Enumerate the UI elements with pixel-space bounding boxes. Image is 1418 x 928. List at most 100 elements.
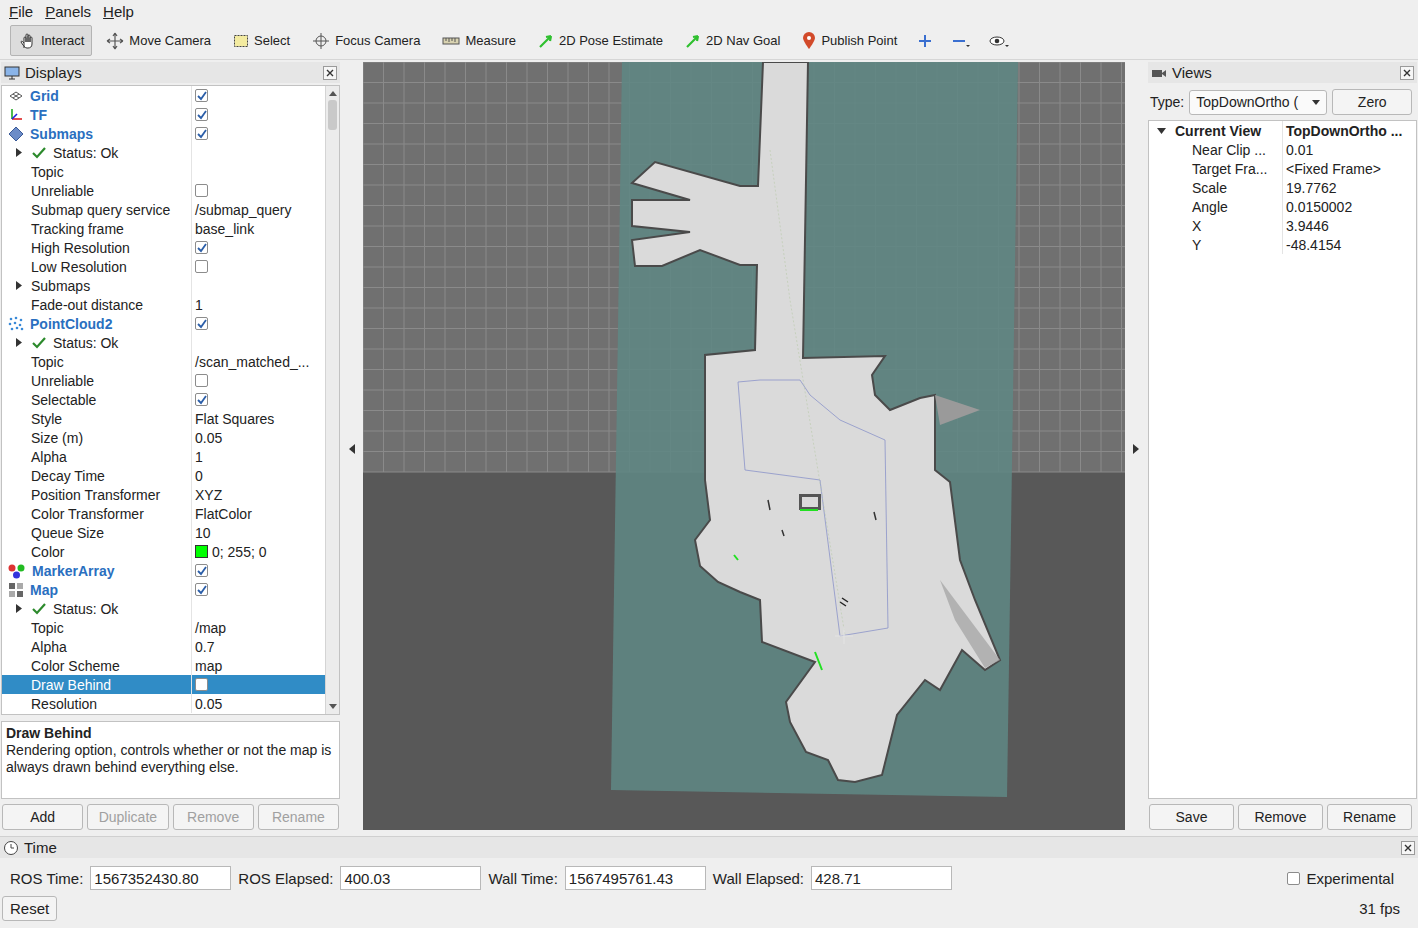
expand-arrow-icon[interactable]	[14, 604, 23, 613]
property-value[interactable]: map	[192, 656, 325, 675]
tool-button[interactable]: Publish Point	[794, 25, 905, 56]
checkbox[interactable]	[1287, 872, 1300, 885]
checkbox[interactable]	[195, 583, 208, 596]
property-value[interactable]	[192, 143, 325, 162]
property-value[interactable]	[192, 238, 325, 257]
collapse-right-icon[interactable]	[1133, 444, 1139, 454]
close-button[interactable]	[1400, 66, 1414, 80]
checkbox[interactable]	[195, 317, 208, 330]
display-row[interactable]: Map	[2, 580, 325, 599]
property-row[interactable]: Color TransformerFlatColor	[2, 504, 325, 523]
property-value[interactable]: /map	[192, 618, 325, 637]
display-row[interactable]: PointCloud2	[2, 314, 325, 333]
map-render[interactable]	[363, 62, 1125, 830]
view-property-row[interactable]: Scale19.7762	[1149, 178, 1416, 197]
property-value[interactable]	[192, 390, 325, 409]
checkbox[interactable]	[195, 678, 208, 691]
panel-button[interactable]: Add	[2, 804, 83, 830]
property-value[interactable]	[192, 333, 325, 352]
checkbox[interactable]	[195, 184, 208, 197]
view-button[interactable]: Rename	[1327, 804, 1412, 830]
property-row[interactable]: Resolution0.05	[2, 694, 325, 713]
expand-arrow-icon[interactable]	[14, 281, 23, 290]
property-value[interactable]	[192, 276, 325, 295]
view-property-row[interactable]: Angle0.0150002	[1149, 197, 1416, 216]
property-row[interactable]: Position TransformerXYZ	[2, 485, 325, 504]
display-row[interactable]: Submaps	[2, 124, 325, 143]
property-row[interactable]: Tracking framebase_link	[2, 219, 325, 238]
property-row[interactable]: Decay Time0	[2, 466, 325, 485]
collapse-left-icon[interactable]	[349, 444, 355, 454]
property-value[interactable]: 0.05	[192, 428, 325, 447]
property-value[interactable]: 0.05	[192, 694, 325, 713]
property-value[interactable]: XYZ	[192, 485, 325, 504]
property-row[interactable]: Submaps	[2, 276, 325, 295]
property-row[interactable]: Submap query service/submap_query	[2, 200, 325, 219]
checkbox[interactable]	[195, 374, 208, 387]
property-value[interactable]: base_link	[192, 219, 325, 238]
view-property-row[interactable]: Current ViewTopDownOrtho ...	[1149, 121, 1416, 140]
menu-item[interactable]: Panels	[40, 3, 96, 20]
right-splitter[interactable]	[1125, 62, 1147, 836]
3d-viewport[interactable]	[363, 62, 1125, 830]
property-row[interactable]: Alpha0.7	[2, 637, 325, 656]
property-row[interactable]: Draw Behind	[2, 675, 325, 694]
property-value[interactable]: Flat Squares	[192, 409, 325, 428]
time-field[interactable]: 428.71	[811, 866, 952, 890]
property-value[interactable]	[192, 371, 325, 390]
property-value[interactable]: 0.7	[192, 637, 325, 656]
checkbox[interactable]	[195, 260, 208, 273]
property-row[interactable]: Low Resolution	[2, 257, 325, 276]
property-value[interactable]: /scan_matched_...	[192, 352, 325, 371]
checkbox[interactable]	[195, 564, 208, 577]
display-row[interactable]: Grid	[2, 86, 325, 105]
property-row[interactable]: Unreliable	[2, 371, 325, 390]
property-row[interactable]: Queue Size10	[2, 523, 325, 542]
scrollbar[interactable]	[325, 86, 339, 714]
experimental-checkbox[interactable]: Experimental	[1287, 870, 1408, 887]
view-property-row[interactable]: Near Clip ...0.01	[1149, 140, 1416, 159]
checkbox[interactable]	[195, 89, 208, 102]
property-row[interactable]: Status: Ok	[2, 333, 325, 352]
tool-button[interactable]: 2D Pose Estimate	[530, 25, 671, 56]
property-row[interactable]: Fade-out distance1	[2, 295, 325, 314]
expand-arrow-icon[interactable]	[14, 338, 23, 347]
property-value[interactable]	[192, 162, 325, 181]
time-field[interactable]: 1567352430.80	[90, 866, 231, 890]
scroll-up-icon[interactable]	[329, 90, 337, 96]
tool-button[interactable]: Focus Camera	[304, 25, 428, 56]
property-row[interactable]: Color0; 255; 0	[2, 542, 325, 561]
property-row[interactable]: Status: Ok	[2, 143, 325, 162]
visibility-button[interactable]	[983, 25, 1017, 56]
property-value[interactable]: 10	[192, 523, 325, 542]
close-button[interactable]	[1401, 841, 1415, 855]
checkbox[interactable]	[195, 393, 208, 406]
scroll-down-icon[interactable]	[329, 704, 337, 710]
time-field[interactable]: 1567495761.43	[565, 866, 706, 890]
property-row[interactable]: Selectable	[2, 390, 325, 409]
property-row[interactable]: Alpha1	[2, 447, 325, 466]
property-value[interactable]: 1	[192, 295, 325, 314]
menu-item[interactable]: File	[4, 3, 38, 20]
property-row[interactable]: High Resolution	[2, 238, 325, 257]
checkbox[interactable]	[195, 127, 208, 140]
property-value[interactable]	[192, 181, 325, 200]
property-value[interactable]	[192, 257, 325, 276]
close-button[interactable]	[323, 66, 337, 80]
view-button[interactable]: Remove	[1238, 804, 1323, 830]
zero-button[interactable]: Zero	[1332, 89, 1412, 115]
color-swatch[interactable]	[195, 545, 208, 558]
checkbox[interactable]	[195, 241, 208, 254]
remove-tool-button[interactable]	[945, 25, 977, 56]
property-value[interactable]: FlatColor	[192, 504, 325, 523]
checkbox[interactable]	[195, 108, 208, 121]
property-value[interactable]: 0; 255; 0	[192, 542, 325, 561]
tool-button[interactable]: Select	[225, 25, 298, 56]
property-value[interactable]: /submap_query	[192, 200, 325, 219]
property-value[interactable]: 1	[192, 447, 325, 466]
panel-button[interactable]: Rename	[258, 804, 339, 830]
panel-button[interactable]: Duplicate	[87, 804, 168, 830]
time-field[interactable]: 400.03	[340, 866, 481, 890]
panel-button[interactable]: Remove	[173, 804, 254, 830]
view-button[interactable]: Save	[1149, 804, 1234, 830]
